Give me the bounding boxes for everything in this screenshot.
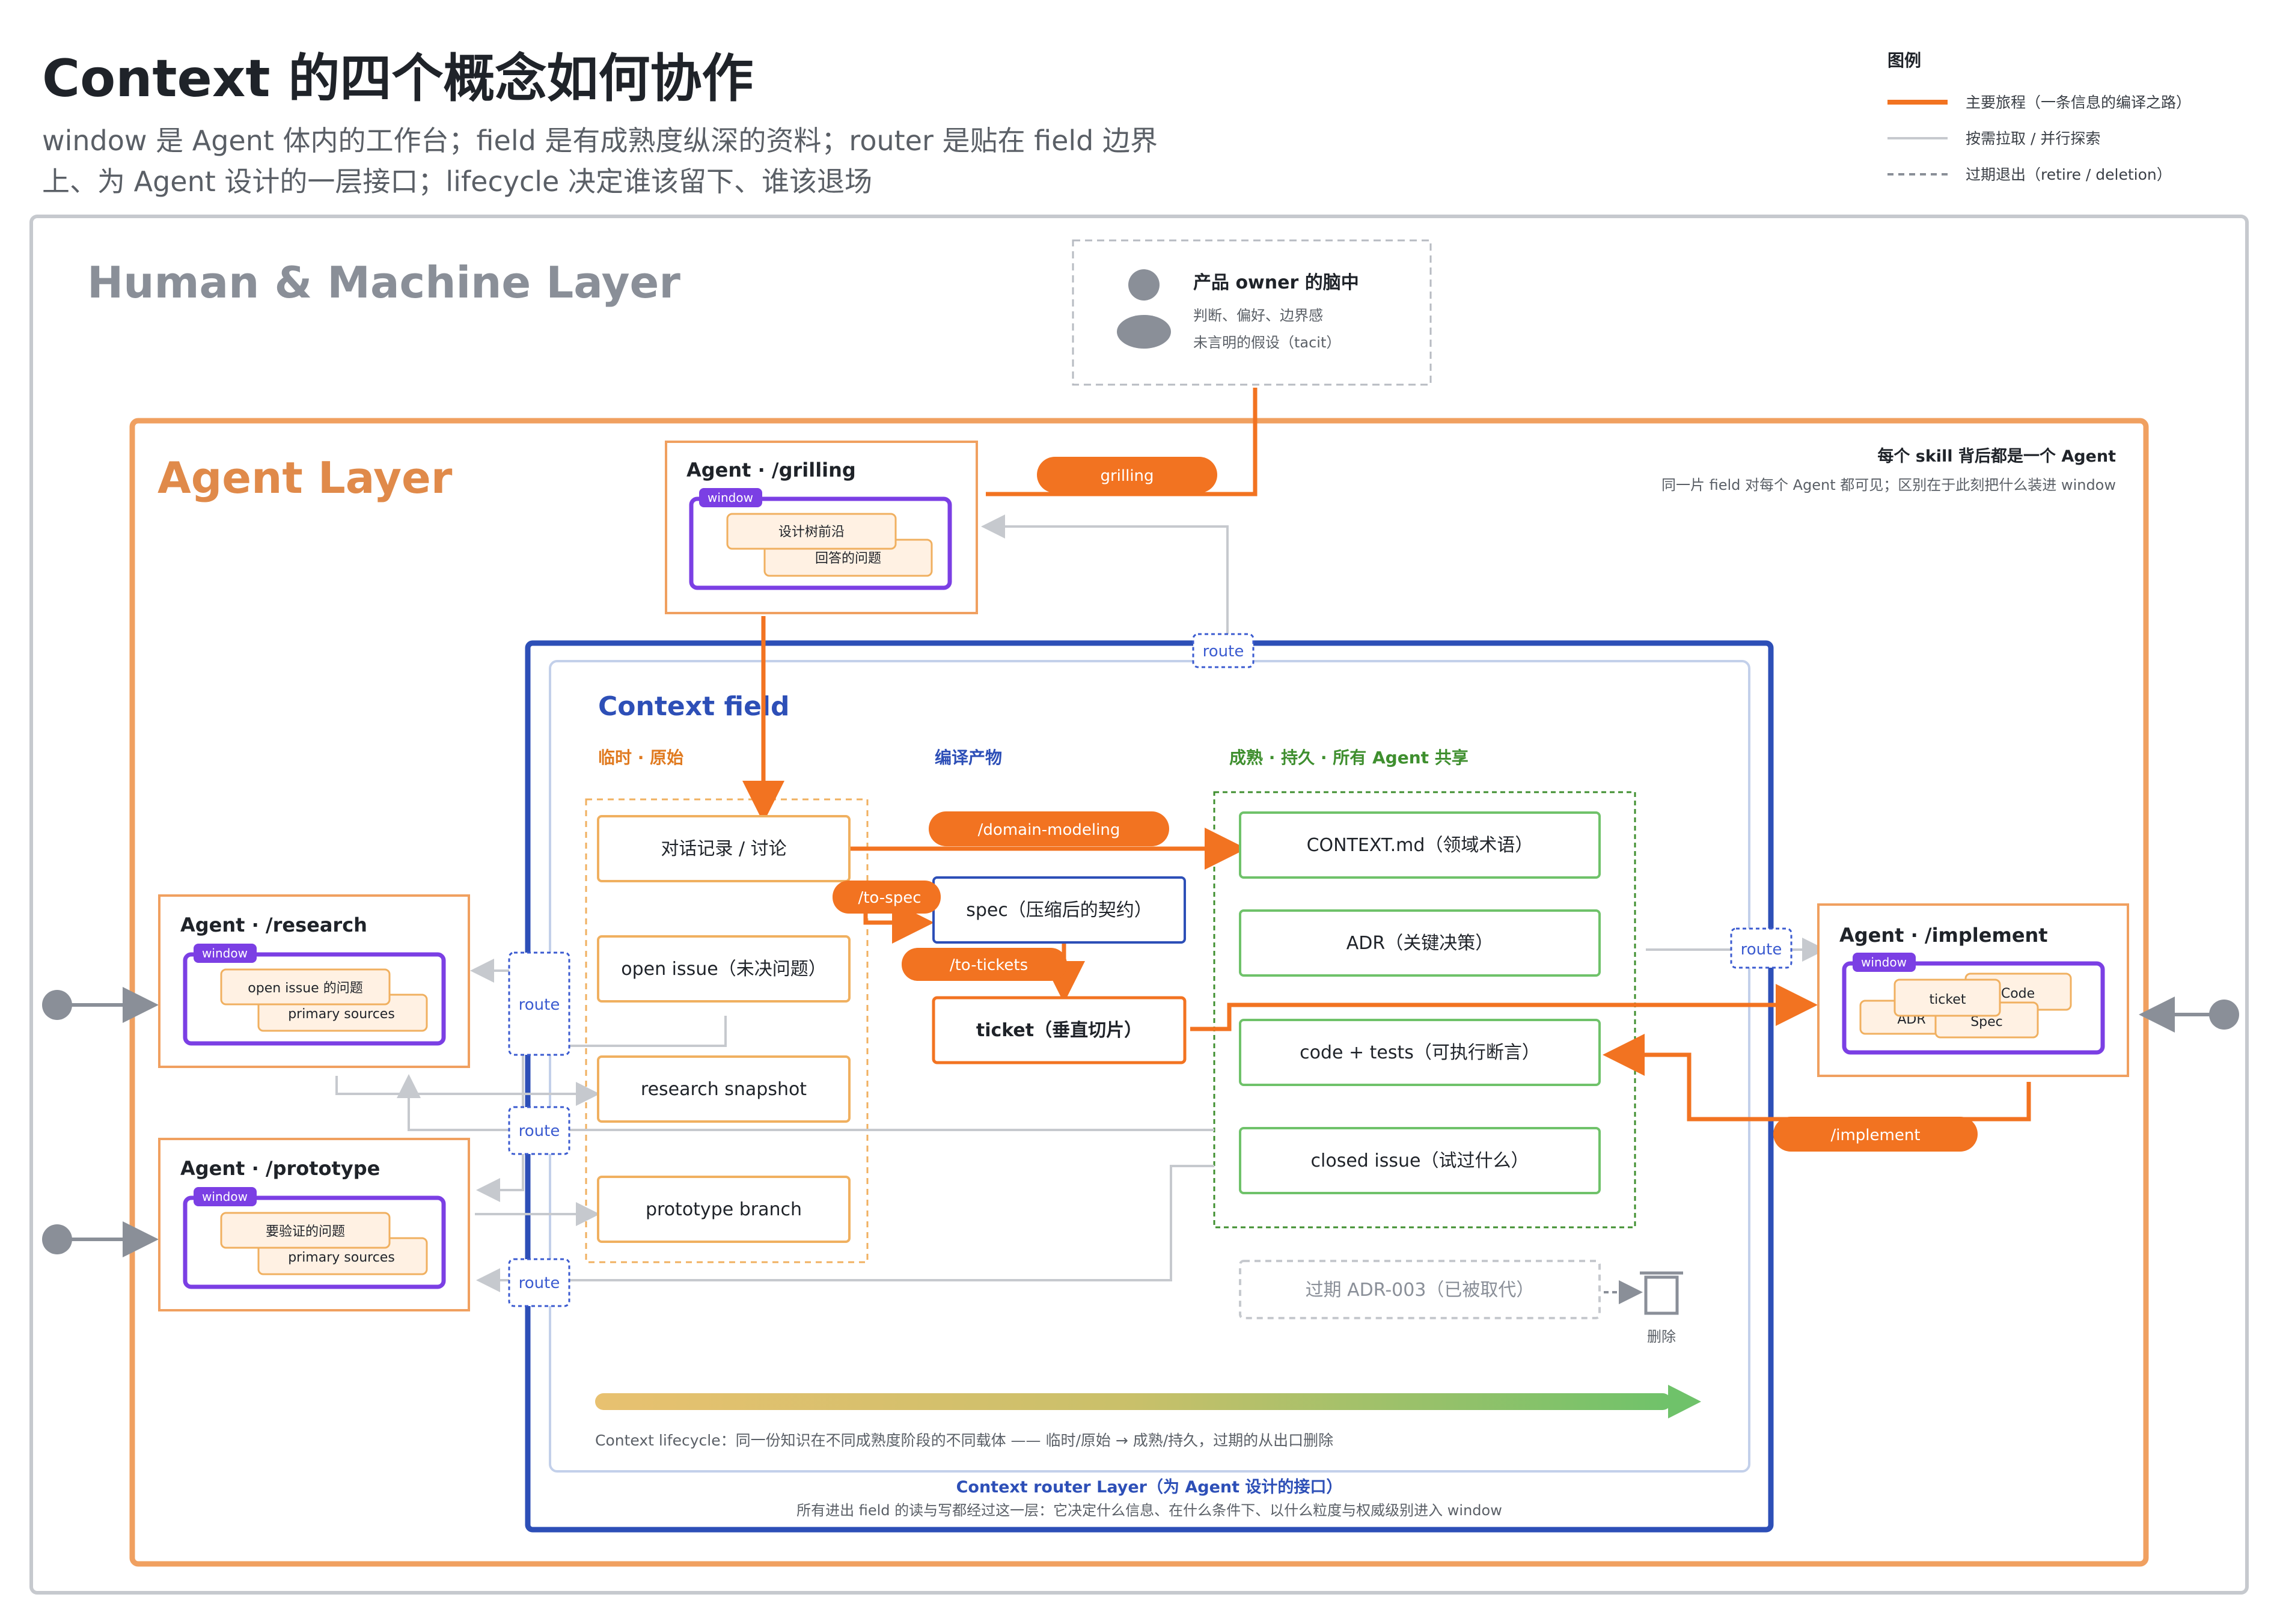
grilling-window-tag-label: window — [708, 490, 753, 505]
agent-layer-note-text: 同一片 field 对每个 Agent 都可见；区别在于此刻把什么装进 wind… — [1661, 477, 2116, 493]
route-tag-top-label: route — [1203, 643, 1244, 661]
mature-code-tests-label: code + tests（可执行断言） — [1300, 1042, 1540, 1063]
legend-main-label: 主要旅程（一条信息的编译之路） — [1966, 94, 2191, 111]
raw-item-open-issue-label: open issue（未决问题） — [621, 959, 826, 980]
prototype-card-1-label: 要验证的问题 — [266, 1224, 345, 1239]
legend: 图例 主要旅程（一条信息的编译之路） 按需拉取 / 并行探索 过期退出（reti… — [1887, 50, 2191, 183]
raw-item-research-snapshot-label: research snapshot — [641, 1079, 807, 1100]
research-entry-dot — [42, 990, 72, 1020]
chip-grilling[interactable]: grilling — [1037, 457, 1217, 493]
mature-adr-label: ADR（关键决策） — [1346, 933, 1493, 954]
chip-domain-modeling[interactable]: /domain-modeling — [929, 811, 1169, 846]
product-owner-box: 产品 owner 的脑中 判断、偏好、边界感 未言明的假设（tacit） — [1072, 239, 1432, 386]
route-tag-middle[interactable]: route — [508, 1106, 570, 1155]
page-title: Context 的四个概念如何协作 — [42, 49, 753, 109]
chip-to-spec-label: /to-spec — [858, 889, 921, 907]
route-tag-prototype-label: route — [519, 1274, 560, 1292]
chip-to-tickets[interactable]: /to-tickets — [902, 948, 1067, 981]
route-tag-research[interactable]: route — [508, 951, 570, 1056]
route-tag-middle-label: route — [519, 1122, 560, 1140]
router-layer-text: 所有进出 field 的读与写都经过这一层：它决定什么信息、在什么条件下、以什么… — [796, 1502, 1502, 1519]
implement-card-code-label: Code — [2001, 986, 2035, 1001]
raw-items: 对话记录 / 讨论 open issue（未决问题） research snap… — [597, 815, 851, 1243]
subtitle-line-1: window 是 Agent 体内的工作台；field 是有成熟度纵深的资料；r… — [42, 124, 1158, 157]
agent-grilling[interactable]: Agent · /grilling window 回答的问题 设计树前沿 — [665, 441, 978, 614]
chip-domain-modeling-label: /domain-modeling — [978, 821, 1120, 839]
expired-adr-label: 过期 ADR-003（已被取代） — [1306, 1280, 1535, 1301]
implement-window-tag-label: window — [1861, 955, 1907, 969]
col-mature-title: 成熟 · 持久 · 所有 Agent 共享 — [1229, 748, 1469, 768]
route-tag-top[interactable]: route — [1192, 633, 1255, 668]
subtitle-line-2: 上、为 Agent 设计的一层接口；lifecycle 决定谁该留下、谁该退场 — [42, 165, 872, 198]
route-tag-implement-label: route — [1741, 941, 1782, 959]
mature-closed-issue-label: closed issue（试过什么） — [1311, 1150, 1529, 1171]
implement-entry-dot — [2209, 1000, 2239, 1030]
route-tag-prototype[interactable]: route — [508, 1258, 570, 1307]
research-card-1-label: open issue 的问题 — [248, 981, 362, 996]
implement-card-ticket-label: ticket — [1930, 992, 1966, 1007]
agent-research-title: Agent · /research — [180, 914, 367, 936]
chip-to-tickets-label: /to-tickets — [950, 956, 1028, 974]
agent-implement[interactable]: Agent · /implement window Code ADR Spec … — [1817, 903, 2129, 1077]
artifact-ticket-label: ticket（垂直切片） — [976, 1020, 1142, 1041]
owner-line-2: 未言明的假设（tacit） — [1193, 334, 1340, 351]
lifecycle-bar — [595, 1393, 1671, 1410]
research-window-tag-label: window — [202, 946, 248, 960]
context-field-title: Context field — [598, 691, 789, 722]
agent-layer-title: Agent Layer — [157, 453, 453, 503]
owner-line-1: 判断、偏好、边界感 — [1193, 307, 1323, 324]
implement-card-spec-label: Spec — [1970, 1015, 2003, 1030]
grilling-card-1-label: 设计树前沿 — [778, 525, 845, 540]
prototype-card-2-label: primary sources — [288, 1250, 395, 1265]
prototype-entry-dot — [42, 1224, 72, 1254]
mature-context-md-label: CONTEXT.md（领域术语） — [1307, 835, 1533, 856]
human-layer-title: Human & Machine Layer — [87, 257, 680, 308]
owner-title: 产品 owner 的脑中 — [1193, 272, 1359, 293]
col-artifacts-title: 编译产物 — [935, 748, 1002, 768]
raw-item-chat-label: 对话记录 / 讨论 — [661, 838, 786, 859]
legend-retire-label: 过期退出（retire / deletion） — [1966, 166, 2172, 183]
agent-implement-title: Agent · /implement — [1839, 924, 2048, 947]
grilling-card-2-label: 回答的问题 — [815, 551, 881, 566]
person-icon — [1128, 269, 1160, 301]
person-body-icon — [1117, 315, 1171, 349]
chip-implement[interactable]: /implement — [1773, 1117, 1978, 1152]
research-card-2-label: primary sources — [288, 1007, 395, 1022]
chip-implement-label: /implement — [1830, 1126, 1920, 1144]
route-tag-implement[interactable]: route — [1730, 927, 1793, 969]
col-raw-title: 临时 · 原始 — [598, 748, 683, 768]
diagram-canvas: Context 的四个概念如何协作 window 是 Agent 体内的工作台；… — [29, 49, 2249, 1595]
legend-pull-label: 按需拉取 / 并行探索 — [1966, 130, 2100, 147]
agent-prototype[interactable]: Agent · /prototype window primary source… — [158, 1138, 470, 1311]
prototype-window-tag-label: window — [202, 1189, 248, 1204]
agent-research[interactable]: Agent · /research window primary sources… — [158, 894, 470, 1068]
trash-icon[interactable] — [1640, 1271, 1683, 1315]
chip-to-spec[interactable]: /to-spec — [833, 881, 941, 914]
raw-item-prototype-branch-label: prototype branch — [646, 1199, 802, 1220]
agent-grilling-title: Agent · /grilling — [686, 459, 856, 481]
lifecycle-arrowhead — [1668, 1385, 1701, 1418]
router-layer-title: Context router Layer（为 Agent 设计的接口） — [956, 1477, 1343, 1497]
delete-label: 删除 — [1647, 1328, 1676, 1345]
artifact-spec-label: spec（压缩后的契约） — [966, 900, 1152, 921]
agent-layer-note-title: 每个 skill 背后都是一个 Agent — [1877, 447, 2116, 466]
agent-prototype-title: Agent · /prototype — [180, 1157, 380, 1180]
route-tag-research-label: route — [519, 996, 560, 1014]
lifecycle-text: Context lifecycle：同一份知识在不同成熟度阶段的不同载体 —— … — [595, 1432, 1333, 1449]
legend-title: 图例 — [1887, 50, 1921, 70]
chip-grilling-label: grilling — [1100, 467, 1154, 485]
